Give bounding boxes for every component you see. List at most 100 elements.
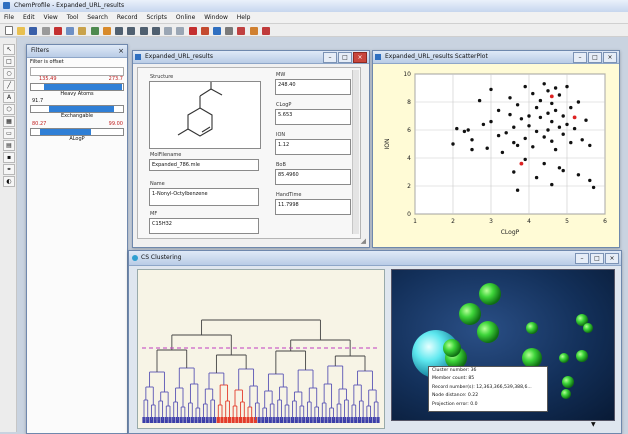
text-tool-icon[interactable]: A [3, 92, 15, 103]
open-icon[interactable] [17, 27, 26, 35]
data-point[interactable] [496, 133, 501, 138]
layout-icon[interactable] [249, 27, 258, 35]
pointer-tool-icon[interactable]: ↖ [3, 44, 15, 55]
data-point[interactable] [508, 96, 512, 100]
data-point[interactable] [451, 142, 455, 146]
cluster-3d-pane[interactable]: Cluster number: 36 Member count: 85 Reco… [391, 269, 615, 421]
menu-search[interactable]: Search [87, 14, 108, 21]
data-point[interactable] [496, 108, 501, 113]
maximize-icon[interactable]: □ [338, 52, 352, 63]
close-icon[interactable]: × [353, 52, 367, 63]
mf-field[interactable]: C15H32 [149, 218, 259, 234]
cluster-sphere[interactable] [443, 339, 461, 357]
data-point[interactable] [538, 115, 543, 120]
data-point[interactable] [557, 93, 562, 97]
cluster-sphere[interactable] [562, 376, 574, 388]
data-point[interactable] [546, 89, 550, 93]
data-point[interactable] [512, 170, 516, 174]
data-point[interactable] [512, 140, 516, 145]
close-icon[interactable]: × [603, 52, 617, 63]
minimize-icon[interactable]: – [573, 52, 587, 63]
mw-field[interactable]: 248.40 [275, 79, 351, 95]
table-icon[interactable] [225, 27, 234, 35]
data-point[interactable] [527, 114, 531, 118]
redo-icon[interactable] [176, 27, 185, 35]
structure-box[interactable] [149, 80, 261, 149]
data-point[interactable] [561, 114, 565, 118]
handtime-field[interactable]: 11.7998 [275, 199, 351, 215]
data-point[interactable] [512, 125, 516, 129]
data-point[interactable] [550, 139, 554, 143]
data-point[interactable] [553, 86, 558, 90]
resize-grip-icon[interactable]: ◢ [361, 237, 366, 245]
data-point[interactable] [561, 132, 565, 136]
data-point[interactable] [500, 150, 505, 155]
cluster-sphere[interactable] [479, 283, 501, 305]
structure-tool-icon[interactable]: ⬡ [3, 104, 15, 115]
link-tool-icon[interactable]: ⚭ [3, 164, 15, 175]
data-point[interactable] [557, 125, 562, 129]
data-point[interactable] [534, 175, 539, 180]
scatter-plot[interactable]: 1 2 3 4 5 6 0 2 4 6 8 10 CLogP ION [373, 64, 619, 247]
data-point[interactable] [519, 117, 524, 121]
filter-range-slider[interactable] [30, 105, 124, 113]
menu-file[interactable]: File [4, 14, 14, 21]
clogp-field[interactable]: 5.653 [275, 109, 351, 125]
chart-icon[interactable] [212, 27, 221, 35]
data-point[interactable] [462, 129, 467, 134]
paste-icon[interactable] [78, 27, 87, 35]
data-point[interactable] [523, 84, 527, 89]
data-point[interactable] [576, 100, 581, 104]
record-scrollbar[interactable] [352, 70, 359, 234]
cluster-sphere[interactable] [561, 389, 571, 399]
delete-icon[interactable] [188, 27, 197, 35]
scroll-down-icon[interactable]: ▼ [591, 421, 596, 428]
data-point[interactable] [470, 138, 474, 142]
ellipse-tool-icon[interactable]: ○ [3, 68, 15, 79]
name-field[interactable]: 1-Nonyl-Octylbenzene [149, 188, 259, 206]
menu-window[interactable]: Window [204, 14, 228, 21]
data-point[interactable] [588, 143, 592, 148]
last-record-icon[interactable] [151, 27, 160, 35]
data-point[interactable] [561, 168, 565, 173]
data-point[interactable] [489, 119, 493, 124]
molfilename-field[interactable]: Expanded_786.mle [149, 159, 259, 171]
data-point[interactable] [538, 98, 543, 103]
data-point[interactable] [542, 135, 546, 139]
data-point[interactable] [527, 124, 531, 128]
data-point[interactable] [569, 140, 573, 145]
data-point[interactable] [515, 143, 520, 148]
button-tool-icon[interactable]: ▭ [3, 128, 15, 139]
maximize-icon[interactable]: □ [588, 52, 602, 63]
data-point[interactable] [550, 101, 554, 106]
cluster-sphere[interactable] [477, 321, 499, 343]
cluster-sphere[interactable] [459, 303, 481, 325]
data-point[interactable] [572, 126, 577, 131]
cluster-sphere[interactable] [583, 323, 593, 333]
dendrogram[interactable] [138, 270, 384, 428]
data-point[interactable] [531, 91, 535, 96]
menu-record[interactable]: Record [117, 14, 138, 21]
minimize-icon[interactable]: – [323, 52, 337, 63]
ion-field[interactable]: 1.12 [275, 139, 351, 155]
menu-scripts[interactable]: Scripts [146, 14, 167, 21]
line-tool-icon[interactable]: ╱ [3, 80, 15, 91]
data-point[interactable] [565, 84, 569, 89]
highlighted-point[interactable] [519, 161, 524, 166]
next-record-icon[interactable] [139, 27, 148, 35]
data-point[interactable] [470, 147, 474, 152]
undo-icon[interactable] [164, 27, 173, 35]
data-point[interactable] [542, 82, 546, 86]
data-point[interactable] [504, 131, 508, 135]
data-point[interactable] [515, 188, 520, 192]
data-point[interactable] [523, 157, 527, 162]
data-point[interactable] [591, 185, 596, 190]
settings-icon[interactable] [261, 27, 270, 35]
data-point[interactable] [481, 122, 486, 127]
menu-edit[interactable]: Edit [23, 14, 35, 21]
filter-range-slider[interactable] [30, 128, 124, 136]
data-point[interactable] [546, 128, 550, 132]
data-point[interactable] [477, 98, 482, 103]
data-point[interactable] [550, 119, 554, 124]
find-icon[interactable] [90, 27, 99, 35]
